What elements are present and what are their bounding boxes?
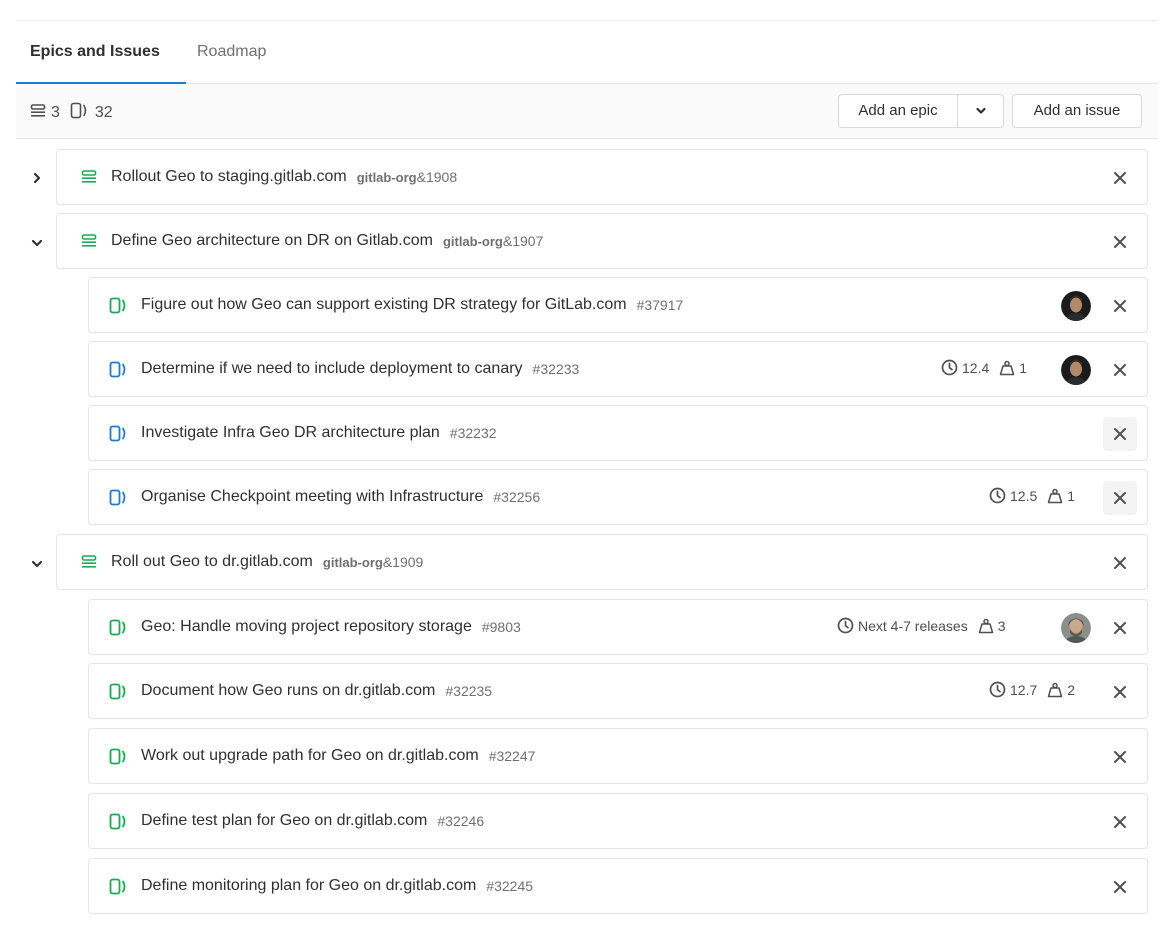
epic-reference-id: &1908	[416, 169, 458, 185]
weight-value: 3	[997, 617, 1006, 634]
remove-close-icon[interactable]	[1111, 878, 1129, 896]
issue-closed-icon	[109, 876, 131, 896]
tree-item-issue[interactable]: Work out upgrade path for Geo on dr.gitl…	[88, 728, 1148, 784]
issue-title-link[interactable]: Define monitoring plan for Geo on dr.git…	[141, 877, 476, 895]
milestone-label: Next 4-7 releases	[858, 617, 968, 634]
tab-bar: Epics and Issues Roadmap	[16, 21, 1158, 84]
epic-icon	[30, 103, 46, 123]
tree-item-issue[interactable]: Geo: Handle moving project repository st…	[88, 599, 1148, 655]
epic-count: 3	[51, 104, 60, 121]
issue-closed-icon	[109, 617, 131, 637]
epic-title-link[interactable]: Define Geo architecture on DR on Gitlab.…	[111, 232, 433, 250]
issue-reference: #9803	[481, 619, 521, 635]
remove-close-icon[interactable]	[1111, 813, 1129, 831]
remove-close-icon[interactable]	[1111, 361, 1129, 379]
issue-title-link[interactable]: Geo: Handle moving project repository st…	[141, 618, 472, 636]
remove-close-icon[interactable]	[1111, 748, 1129, 766]
remove-close-icon[interactable]	[1103, 481, 1137, 515]
tree-item-issue[interactable]: Document how Geo runs on dr.gitlab.com #…	[88, 663, 1148, 719]
issue-open-icon	[109, 359, 131, 379]
weight-icon	[999, 360, 1015, 376]
issue-reference: #32246	[437, 813, 485, 829]
tree-item-issue[interactable]: Define test plan for Geo on dr.gitlab.co…	[88, 793, 1148, 849]
epic-icon	[81, 167, 103, 187]
issue-count: 32	[94, 104, 113, 121]
issue-title-link[interactable]: Determine if we need to include deployme…	[141, 360, 523, 378]
add-issue-button[interactable]: Add an issue	[1012, 94, 1142, 128]
issue-reference: #32232	[449, 425, 497, 441]
issue-reference: #32247	[488, 748, 536, 764]
issue-closed-icon	[109, 295, 131, 315]
remove-close-icon[interactable]	[1111, 683, 1129, 701]
add-epic-button[interactable]: Add an epic	[838, 94, 958, 128]
issue-reference: #32233	[532, 361, 580, 377]
issue-closed-icon	[109, 746, 131, 766]
tab-epics-and-issues[interactable]: Epics and Issues	[30, 43, 160, 61]
tree-item-issue[interactable]: Investigate Infra Geo DR architecture pl…	[88, 405, 1148, 461]
remove-close-icon[interactable]	[1111, 169, 1129, 187]
tree-header: 3 32 Add an epic Add an issue	[16, 84, 1158, 139]
tree-item-epic[interactable]: Rollout Geo to staging.gitlab.com gitlab…	[56, 149, 1148, 205]
tab-roadmap[interactable]: Roadmap	[197, 43, 266, 61]
weight-value: 2	[1067, 681, 1076, 698]
weight-icon	[978, 618, 994, 634]
tree-counts: 3 32	[30, 102, 123, 124]
assignee-avatar[interactable]	[1061, 355, 1091, 385]
tree-item-issue[interactable]: Define monitoring plan for Geo on dr.git…	[88, 858, 1148, 914]
epic-icon	[81, 231, 103, 251]
weight-value: 1	[1019, 359, 1028, 376]
issue-open-icon	[109, 487, 131, 507]
tree-item-issue[interactable]: Determine if we need to include deployme…	[88, 341, 1148, 397]
issue-title-link[interactable]: Figure out how Geo can support existing …	[141, 296, 627, 314]
tree-item-epic[interactable]: Roll out Geo to dr.gitlab.com gitlab-org…	[56, 534, 1148, 590]
remove-close-icon[interactable]	[1111, 233, 1129, 251]
issue-reference: #37917	[636, 297, 684, 313]
epic-reference-group: gitlab-org	[322, 554, 383, 570]
epic-reference-group: gitlab-org	[356, 169, 417, 185]
issue-reference: #32256	[493, 489, 541, 505]
tree-item-issue[interactable]: Organise Checkpoint meeting with Infrast…	[88, 469, 1148, 525]
remove-close-icon[interactable]	[1111, 554, 1129, 572]
issue-title-link[interactable]: Document how Geo runs on dr.gitlab.com	[141, 682, 435, 700]
milestone-label: 12.5	[1010, 487, 1038, 504]
issue-title-link[interactable]: Investigate Infra Geo DR architecture pl…	[141, 424, 440, 442]
weight-icon	[1047, 682, 1063, 698]
issue-title-link[interactable]: Define test plan for Geo on dr.gitlab.co…	[141, 812, 427, 830]
tree-item-epic[interactable]: Define Geo architecture on DR on Gitlab.…	[56, 213, 1148, 269]
add-epic-dropdown-toggle[interactable]	[957, 94, 1004, 128]
epic-reference-group: gitlab-org	[442, 233, 503, 249]
assignee-avatar[interactable]	[1061, 291, 1091, 321]
issue-closed-icon	[109, 681, 131, 701]
issue-closed-icon	[109, 811, 131, 831]
collapse-chevron-icon[interactable]	[30, 557, 44, 571]
epic-title-link[interactable]: Rollout Geo to staging.gitlab.com	[111, 168, 347, 186]
issue-title-link[interactable]: Work out upgrade path for Geo on dr.gitl…	[141, 747, 479, 765]
remove-close-icon[interactable]	[1111, 619, 1129, 637]
issues-icon	[70, 102, 90, 124]
epic-reference-id: &1907	[502, 233, 544, 249]
assignee-avatar[interactable]	[1061, 613, 1091, 643]
remove-close-icon[interactable]	[1111, 297, 1129, 315]
issue-reference: #32235	[445, 683, 493, 699]
milestone-clock-icon	[989, 681, 1006, 698]
weight-icon	[1047, 488, 1063, 504]
milestone-label: 12.7	[1010, 681, 1038, 698]
epic-title-link[interactable]: Roll out Geo to dr.gitlab.com	[111, 553, 313, 571]
expand-chevron-icon[interactable]	[30, 171, 44, 185]
weight-value: 1	[1067, 487, 1076, 504]
milestone-label: 12.4	[962, 359, 990, 376]
collapse-chevron-icon[interactable]	[30, 236, 44, 250]
tree-item-issue[interactable]: Figure out how Geo can support existing …	[88, 277, 1148, 333]
milestone-clock-icon	[837, 617, 854, 634]
epic-icon	[81, 552, 103, 572]
epic-reference-id: &1909	[382, 554, 424, 570]
issue-title-link[interactable]: Organise Checkpoint meeting with Infrast…	[141, 488, 483, 506]
issue-reference: #32245	[486, 878, 534, 894]
issue-open-icon	[109, 423, 131, 443]
remove-close-icon[interactable]	[1103, 417, 1137, 451]
milestone-clock-icon	[989, 487, 1006, 504]
chevron-down-icon	[975, 107, 986, 114]
milestone-clock-icon	[941, 359, 958, 376]
